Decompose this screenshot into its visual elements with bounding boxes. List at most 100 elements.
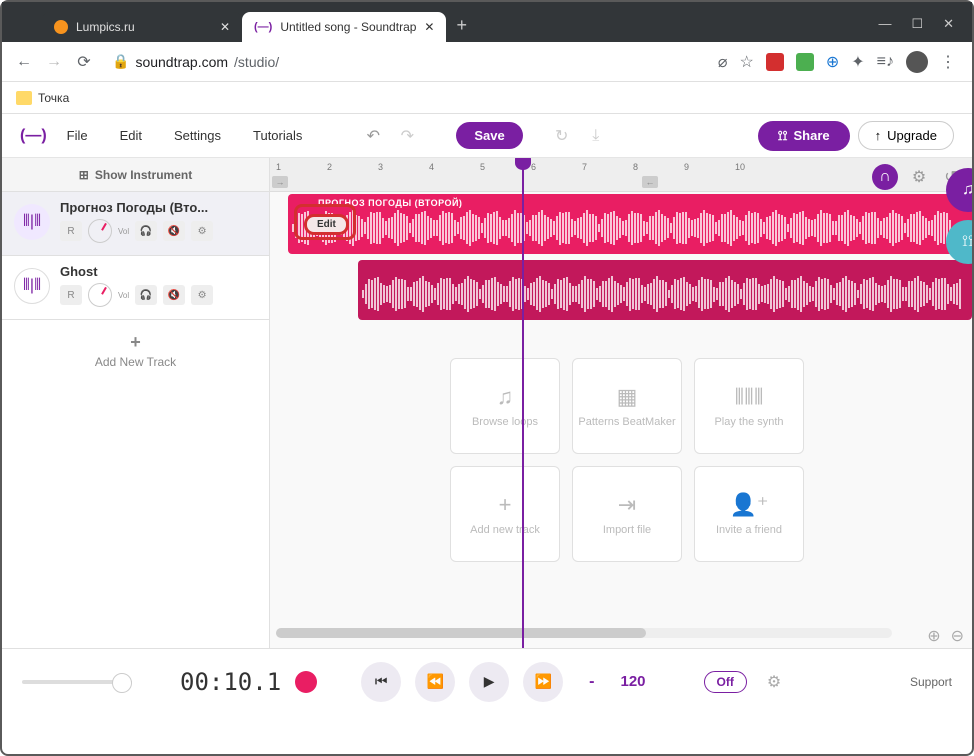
menu-edit[interactable]: Edit <box>108 122 154 149</box>
browser-tab[interactable]: Lumpics.ru ✕ <box>42 12 242 42</box>
favicon <box>54 20 68 34</box>
fast-forward-icon[interactable]: ⏩ <box>523 662 563 702</box>
close-icon[interactable]: ✕ <box>220 20 230 34</box>
refresh-icon[interactable]: ↻ <box>549 123 575 149</box>
scroll-left-icon[interactable]: → <box>272 176 288 188</box>
save-button[interactable]: Save <box>456 122 522 149</box>
track-name: Прогноз Погоды (Вто... <box>60 200 240 215</box>
audio-clip[interactable]: ПРОГНОЗ ПОГОДЫ (ВТОРОЙ) <box>288 194 972 254</box>
translate-icon[interactable]: ⌀ <box>718 52 728 72</box>
ruler-mark: 10 <box>735 162 745 172</box>
master-volume-slider[interactable] <box>22 680 132 684</box>
volume-knob[interactable] <box>88 283 112 307</box>
metronome-toggle[interactable]: Off <box>704 671 747 693</box>
ext-icon[interactable] <box>766 53 784 71</box>
rewind-icon[interactable]: ⏪ <box>415 662 455 702</box>
ruler-mark: 7 <box>582 162 587 172</box>
hint-label: Browse loops <box>472 416 538 428</box>
hint-card[interactable]: ▦Patterns BeatMaker <box>572 358 682 454</box>
headphones-icon[interactable]: 🎧 <box>135 285 157 305</box>
hint-label: Import file <box>603 524 651 536</box>
ruler-mark: 1 <box>276 162 281 172</box>
ruler-mark: 5 <box>480 162 485 172</box>
back-icon[interactable]: ← <box>12 50 36 74</box>
forward-icon[interactable]: → <box>42 50 66 74</box>
headphones-icon[interactable]: 🎧 <box>135 221 157 241</box>
download-icon[interactable]: ⤓ <box>583 123 609 149</box>
time-display: 00:10.1 <box>180 668 281 696</box>
puzzle-icon[interactable]: ✦ <box>851 52 864 72</box>
menu-tutorials[interactable]: Tutorials <box>241 122 314 149</box>
redo-icon[interactable]: ↷ <box>394 123 420 149</box>
menu-icon[interactable]: ⋮ <box>940 52 956 72</box>
globe-icon[interactable]: ⊕ <box>826 52 839 72</box>
skip-start-icon[interactable]: ⏮ <box>361 662 401 702</box>
fx-icon[interactable]: ⚙ <box>191 221 213 241</box>
hint-icon: ♫ <box>497 384 514 410</box>
share-button[interactable]: ⟟⟟Share <box>758 121 850 151</box>
star-icon[interactable]: ☆ <box>740 52 754 72</box>
track-item[interactable]: ⦀|⦀ Прогноз Погоды (Вто... R Vol 🎧 🔇 ⚙ <box>2 192 269 256</box>
maximize-icon[interactable]: ☐ <box>911 16 923 32</box>
key-display[interactable]: - <box>577 673 606 691</box>
close-icon[interactable]: ✕ <box>424 20 434 34</box>
timeline-ruler[interactable]: → ← ∩ ⚙ ↺ 12345678910 <box>270 158 972 192</box>
gear-icon[interactable]: ⚙ <box>908 166 930 188</box>
bookmark-item[interactable]: Точка <box>38 91 69 105</box>
menu-settings[interactable]: Settings <box>162 122 233 149</box>
url-field[interactable]: 🔒 soundtrap.com/studio/ <box>102 49 706 74</box>
hint-icon: ⦀⦀⦀ <box>734 384 763 410</box>
add-track-button[interactable]: + Add New Track <box>2 320 269 380</box>
extension-icons: ⌀ ☆ ⊕ ✦ ≡♪ ⋮ <box>712 51 962 73</box>
record-button[interactable] <box>295 671 317 693</box>
timeline-area[interactable]: → ← ∩ ⚙ ↺ 12345678910 ПРОГНОЗ ПОГОДЫ (ВТ… <box>270 158 972 648</box>
record-arm-button[interactable]: R <box>60 285 82 305</box>
playhead[interactable] <box>522 158 524 648</box>
undo-icon[interactable]: ↶ <box>360 123 386 149</box>
play-icon[interactable]: ▶ <box>469 662 509 702</box>
ruler-mark: 8 <box>633 162 638 172</box>
mute-icon[interactable]: 🔇 <box>163 285 185 305</box>
edit-button[interactable]: Edit <box>304 214 349 235</box>
loop-icon[interactable]: ∩ <box>872 164 898 190</box>
show-instrument-button[interactable]: ⊞ Show Instrument <box>2 158 269 192</box>
marker-icon[interactable]: ← <box>642 176 658 188</box>
horizontal-scrollbar[interactable] <box>276 628 892 638</box>
scrollbar-thumb[interactable] <box>276 628 646 638</box>
transport-bar: 00:10.1 ⏮ ⏪ ▶ ⏩ - 120 Off ⚙ Support <box>2 648 972 714</box>
app-logo[interactable]: (—) <box>20 127 47 145</box>
menu-file[interactable]: File <box>55 122 100 149</box>
hint-card[interactable]: ♫ Browse loops <box>450 358 560 454</box>
track-item[interactable]: ⦀|⦀ Ghost R Vol 🎧 🔇 ⚙ <box>2 256 269 320</box>
address-bar: ← → ⟳ 🔒 soundtrap.com/studio/ ⌀ ☆ ⊕ ✦ ≡♪… <box>2 42 972 82</box>
close-icon[interactable]: ✕ <box>943 16 954 32</box>
browser-tab-active[interactable]: (—) Untitled song - Soundtrap ✕ <box>242 12 446 42</box>
support-link[interactable]: Support <box>910 675 952 689</box>
ruler-mark: 9 <box>684 162 689 172</box>
gear-icon[interactable]: ⚙ <box>767 672 781 692</box>
zoom-out-icon[interactable]: ⊖ <box>951 626 964 646</box>
hint-card[interactable]: ⦀⦀⦀Play the synth <box>694 358 804 454</box>
mute-icon[interactable]: 🔇 <box>163 221 185 241</box>
tab-title: Untitled song - Soundtrap <box>280 20 416 34</box>
audio-clip[interactable] <box>358 260 972 320</box>
bpm-display[interactable]: 120 <box>620 673 645 690</box>
record-arm-button[interactable]: R <box>60 221 82 241</box>
volume-knob[interactable] <box>88 219 112 243</box>
ruler-mark: 6 <box>531 162 536 172</box>
ext-icon[interactable] <box>796 53 814 71</box>
minimize-icon[interactable]: — <box>878 16 891 32</box>
hint-card[interactable]: +Add new track <box>450 466 560 562</box>
zoom-in-icon[interactable]: ⊕ <box>927 626 940 646</box>
upgrade-button[interactable]: ↑Upgrade <box>858 121 954 150</box>
avatar[interactable] <box>906 51 928 73</box>
fx-icon[interactable]: ⚙ <box>191 285 213 305</box>
reload-icon[interactable]: ⟳ <box>72 50 96 74</box>
hint-card[interactable]: ⇥Import file <box>572 466 682 562</box>
upgrade-label: Upgrade <box>887 128 937 143</box>
hint-label: Add new track <box>470 524 540 536</box>
hint-card[interactable]: 👤⁺Invite a friend <box>694 466 804 562</box>
playlist-icon[interactable]: ≡♪ <box>877 53 894 71</box>
new-tab-button[interactable]: + <box>446 9 477 42</box>
vol-label: Vol <box>118 291 129 300</box>
